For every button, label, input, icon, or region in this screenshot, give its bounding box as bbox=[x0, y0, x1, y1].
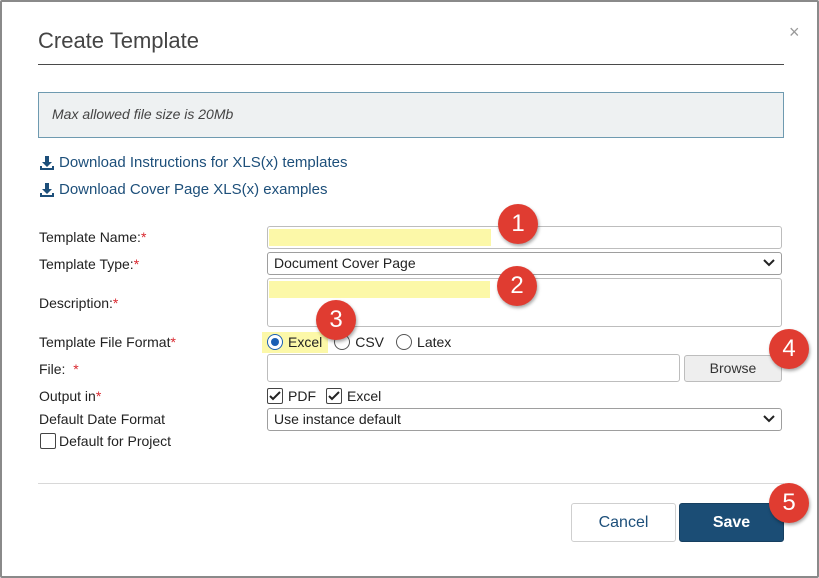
file-label: File: * bbox=[39, 361, 79, 377]
required-marker: * bbox=[95, 388, 102, 404]
radio-latex-label: Latex bbox=[417, 334, 452, 350]
download-instructions-link[interactable]: Download Instructions for XLS(x) templat… bbox=[39, 154, 347, 171]
dialog-title: Create Template bbox=[38, 28, 200, 53]
chevron-down-icon bbox=[763, 259, 775, 267]
template-type-label: Template Type:* bbox=[39, 256, 140, 272]
file-format-label: Template File Format* bbox=[39, 334, 176, 350]
annotation-badge-2: 2 bbox=[497, 266, 537, 306]
template-type-value: Document Cover Page bbox=[274, 255, 416, 271]
radio-csv-label: CSV bbox=[355, 334, 385, 350]
create-template-dialog: Create Template × Max allowed file size … bbox=[0, 0, 819, 578]
checkmark-icon bbox=[269, 391, 281, 401]
required-marker: * bbox=[140, 229, 147, 245]
browse-button[interactable]: Browse bbox=[684, 355, 782, 382]
annotation-badge-1: 1 bbox=[498, 204, 538, 244]
annotation-badge-5: 5 bbox=[769, 483, 809, 523]
radio-excel-label: Excel bbox=[288, 334, 323, 350]
save-button[interactable]: Save bbox=[679, 503, 784, 542]
date-format-select[interactable]: Use instance default bbox=[267, 408, 782, 431]
cancel-button[interactable]: Cancel bbox=[571, 503, 676, 542]
file-size-notice: Max allowed file size is 20Mb bbox=[38, 92, 784, 138]
file-format-radio-group: Excel CSV Latex bbox=[267, 334, 451, 350]
checkbox-pdf-label: PDF bbox=[288, 388, 316, 404]
checkmark-icon bbox=[328, 391, 340, 401]
download-instructions-label: Download Instructions for XLS(x) templat… bbox=[59, 154, 348, 171]
default-for-project-label: Default for Project bbox=[59, 433, 172, 449]
required-marker: * bbox=[112, 295, 119, 311]
checkbox-excel-label: Excel bbox=[347, 388, 382, 404]
template-name-label: Template Name:* bbox=[39, 229, 147, 245]
file-path-input[interactable] bbox=[267, 354, 680, 382]
default-for-project-row: Default for Project bbox=[40, 433, 171, 449]
description-label: Description:* bbox=[39, 295, 119, 311]
required-marker: * bbox=[73, 361, 79, 377]
output-in-label: Output in* bbox=[39, 388, 102, 404]
download-icon bbox=[39, 182, 55, 198]
highlight-marker bbox=[269, 229, 491, 246]
footer-divider bbox=[38, 483, 784, 484]
annotation-badge-3: 3 bbox=[316, 300, 356, 340]
close-icon[interactable]: × bbox=[789, 22, 800, 43]
annotation-badge-4: 4 bbox=[769, 329, 809, 369]
download-examples-label: Download Cover Page XLS(x) examples bbox=[59, 181, 328, 198]
checkbox-pdf[interactable] bbox=[267, 388, 283, 404]
required-marker: * bbox=[170, 334, 176, 350]
date-format-label: Default Date Format bbox=[39, 411, 166, 427]
output-in-checkbox-group: PDF Excel bbox=[267, 388, 381, 404]
radio-excel[interactable] bbox=[267, 334, 283, 350]
chevron-down-icon bbox=[763, 415, 775, 423]
download-examples-link[interactable]: Download Cover Page XLS(x) examples bbox=[39, 181, 327, 198]
date-format-value: Use instance default bbox=[274, 411, 401, 427]
checkbox-excel[interactable] bbox=[326, 388, 342, 404]
required-marker: * bbox=[133, 256, 140, 272]
checkbox-default-for-project[interactable] bbox=[40, 433, 56, 449]
highlight-marker bbox=[269, 281, 490, 298]
download-icon bbox=[39, 155, 55, 171]
radio-latex[interactable] bbox=[396, 334, 413, 350]
title-divider bbox=[38, 64, 784, 65]
